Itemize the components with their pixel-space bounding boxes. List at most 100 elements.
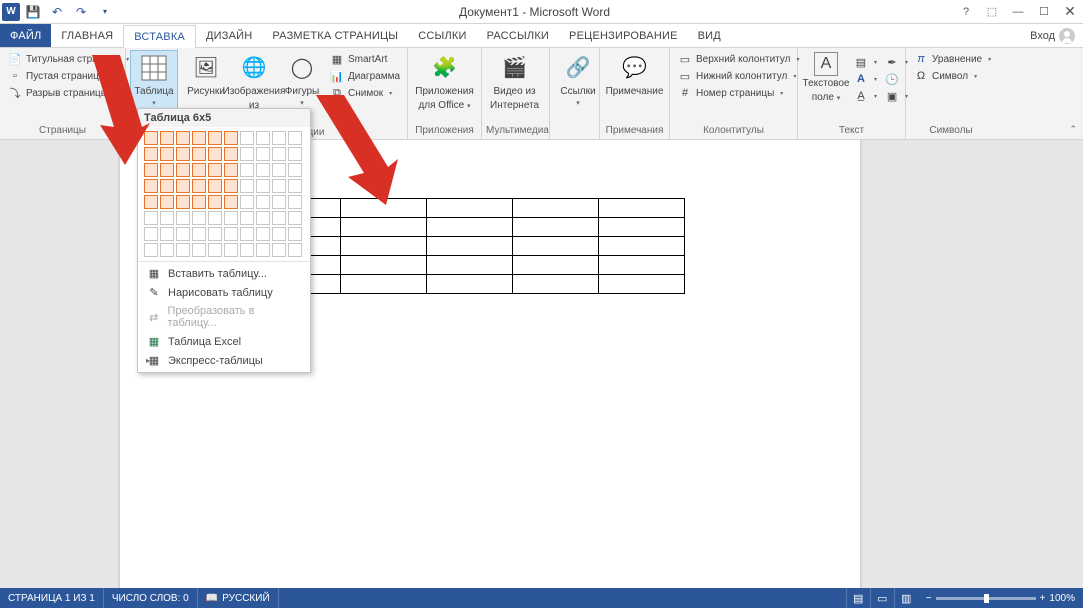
sign-in[interactable]: Вход	[1022, 24, 1083, 47]
grid-cell[interactable]	[192, 211, 206, 225]
grid-cell[interactable]	[224, 147, 238, 161]
grid-cell[interactable]	[192, 243, 206, 257]
grid-cell[interactable]	[208, 227, 222, 241]
minimize-icon[interactable]: —	[1005, 1, 1031, 23]
equation-button[interactable]: πУравнение▾	[912, 51, 993, 67]
grid-cell[interactable]	[176, 195, 190, 209]
page-number-button[interactable]: #Номер страницы▾	[676, 85, 802, 101]
grid-cell[interactable]	[256, 131, 270, 145]
grid-cell[interactable]	[288, 195, 302, 209]
header-button[interactable]: ▭Верхний колонтитул▾	[676, 51, 802, 67]
grid-cell[interactable]	[208, 163, 222, 177]
grid-cell[interactable]	[160, 163, 174, 177]
online-video-button[interactable]: 🎬Видео изИнтернета	[486, 50, 543, 113]
grid-cell[interactable]	[160, 195, 174, 209]
comment-button[interactable]: 💬Примечание	[604, 50, 665, 100]
grid-cell[interactable]	[208, 243, 222, 257]
draw-table-menu-item[interactable]: ✎Нарисовать таблицу	[138, 283, 310, 302]
grid-cell[interactable]	[176, 227, 190, 241]
grid-cell[interactable]	[256, 243, 270, 257]
text-box-button[interactable]: AТекстовоеполе ▾	[802, 50, 850, 105]
grid-cell[interactable]	[288, 163, 302, 177]
collapse-ribbon-icon[interactable]: ⌃	[1069, 124, 1077, 135]
ribbon-display-icon[interactable]: ⬚	[979, 1, 1005, 23]
grid-cell[interactable]	[224, 163, 238, 177]
undo-icon[interactable]: ↶	[46, 1, 68, 23]
maximize-icon[interactable]: ☐	[1031, 1, 1057, 23]
grid-cell[interactable]	[240, 195, 254, 209]
language-indicator[interactable]: 📖РУССКИЙ	[198, 588, 279, 608]
grid-cell[interactable]	[160, 227, 174, 241]
grid-cell[interactable]	[144, 243, 158, 257]
grid-cell[interactable]	[240, 227, 254, 241]
zoom-thumb[interactable]	[984, 594, 989, 603]
grid-cell[interactable]	[160, 147, 174, 161]
grid-cell[interactable]	[144, 195, 158, 209]
grid-cell[interactable]	[208, 131, 222, 145]
grid-cell[interactable]	[224, 243, 238, 257]
zoom-level[interactable]: 100%	[1049, 593, 1075, 604]
grid-cell[interactable]	[192, 227, 206, 241]
grid-cell[interactable]	[256, 195, 270, 209]
grid-cell[interactable]	[272, 163, 286, 177]
grid-cell[interactable]	[272, 227, 286, 241]
tab-home[interactable]: ГЛАВНАЯ	[51, 24, 123, 47]
grid-cell[interactable]	[256, 211, 270, 225]
zoom-out-icon[interactable]: −	[926, 593, 932, 604]
grid-cell[interactable]	[160, 211, 174, 225]
grid-cell[interactable]	[288, 179, 302, 193]
excel-spreadsheet-menu-item[interactable]: ▦Таблица Excel	[138, 332, 310, 351]
grid-cell[interactable]	[192, 179, 206, 193]
grid-cell[interactable]	[256, 163, 270, 177]
grid-cell[interactable]	[176, 243, 190, 257]
grid-cell[interactable]	[208, 211, 222, 225]
grid-cell[interactable]	[288, 147, 302, 161]
print-layout-icon[interactable]: ▭	[870, 588, 894, 608]
grid-cell[interactable]	[224, 195, 238, 209]
grid-cell[interactable]	[224, 179, 238, 193]
read-mode-icon[interactable]: ▤	[846, 588, 870, 608]
redo-icon[interactable]: ↷	[70, 1, 92, 23]
tab-view[interactable]: ВИД	[688, 24, 731, 47]
grid-cell[interactable]	[272, 131, 286, 145]
grid-cell[interactable]	[240, 163, 254, 177]
tab-design[interactable]: ДИЗАЙН	[196, 24, 262, 47]
word-count[interactable]: ЧИСЛО СЛОВ: 0	[104, 588, 198, 608]
grid-cell[interactable]	[272, 179, 286, 193]
grid-cell[interactable]	[240, 179, 254, 193]
qat-dropdown-icon[interactable]: ▾	[94, 1, 116, 23]
grid-cell[interactable]	[256, 147, 270, 161]
grid-cell[interactable]	[208, 179, 222, 193]
grid-cell[interactable]	[176, 211, 190, 225]
grid-cell[interactable]	[224, 227, 238, 241]
zoom-slider[interactable]: − + 100%	[918, 593, 1083, 604]
tab-references[interactable]: ССЫЛКИ	[408, 24, 476, 47]
grid-cell[interactable]	[160, 179, 174, 193]
grid-cell[interactable]	[160, 243, 174, 257]
grid-cell[interactable]	[208, 195, 222, 209]
grid-cell[interactable]	[192, 147, 206, 161]
grid-cell[interactable]	[224, 131, 238, 145]
chart-button[interactable]: 📊Диаграмма	[328, 68, 402, 84]
tab-file[interactable]: ФАЙЛ	[0, 24, 51, 47]
grid-cell[interactable]	[240, 211, 254, 225]
tab-page-layout[interactable]: РАЗМЕТКА СТРАНИЦЫ	[262, 24, 408, 47]
grid-cell[interactable]	[272, 147, 286, 161]
table-size-grid[interactable]	[138, 127, 310, 261]
grid-cell[interactable]	[144, 179, 158, 193]
grid-cell[interactable]	[288, 131, 302, 145]
wordart-button[interactable]: A▾	[852, 71, 879, 87]
web-layout-icon[interactable]: ▥	[894, 588, 918, 608]
page-indicator[interactable]: СТРАНИЦА 1 ИЗ 1	[0, 588, 104, 608]
grid-cell[interactable]	[288, 227, 302, 241]
grid-cell[interactable]	[160, 131, 174, 145]
grid-cell[interactable]	[272, 243, 286, 257]
symbol-button[interactable]: ΩСимвол▾	[912, 68, 993, 84]
grid-cell[interactable]	[144, 227, 158, 241]
smartart-button[interactable]: ▦SmartArt	[328, 51, 402, 67]
grid-cell[interactable]	[240, 131, 254, 145]
grid-cell[interactable]	[192, 163, 206, 177]
footer-button[interactable]: ▭Нижний колонтитул▾	[676, 68, 802, 84]
grid-cell[interactable]	[176, 131, 190, 145]
zoom-in-icon[interactable]: +	[1040, 593, 1046, 604]
